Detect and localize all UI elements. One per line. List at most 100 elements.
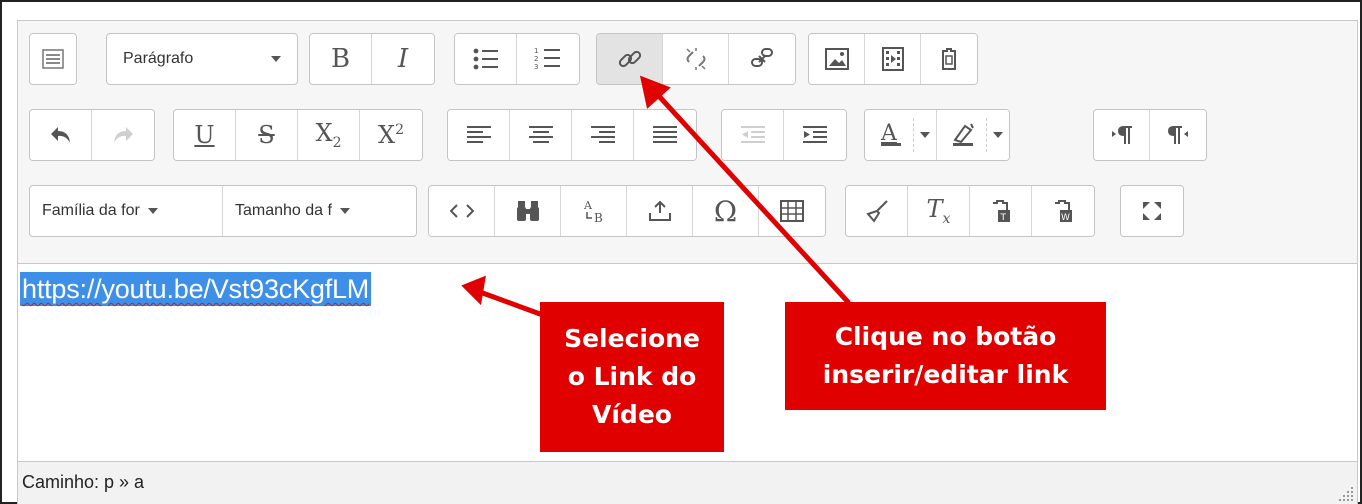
insert-media-button[interactable] [865, 34, 921, 84]
resize-handle-icon[interactable] [1337, 485, 1355, 503]
text-color-button[interactable]: A [865, 110, 937, 160]
manage-files-button[interactable] [921, 34, 977, 84]
paste-text-button[interactable]: T [970, 186, 1032, 236]
align-left-icon [466, 126, 491, 143]
align-justify-button[interactable] [634, 110, 696, 160]
broom-icon [865, 200, 888, 223]
selected-video-link[interactable]: https://youtu.be/Vst93cKgfLM [20, 272, 372, 306]
list-group: 123 [454, 33, 580, 85]
indent-group [721, 109, 847, 161]
fullscreen-group [1120, 185, 1184, 237]
align-right-icon [590, 126, 615, 143]
align-left-button[interactable] [448, 110, 510, 160]
outdent-button[interactable] [722, 110, 784, 160]
highlight-icon [951, 120, 977, 153]
keyboard-icon [42, 49, 64, 69]
spellcheck-button[interactable]: AB [561, 186, 627, 236]
font-family-label: Família da for [42, 202, 140, 219]
cleanup-group: Tx T W [845, 185, 1095, 237]
anchor-icon [751, 48, 773, 67]
unlink-button[interactable] [663, 34, 729, 84]
undo-button[interactable] [30, 110, 92, 160]
film-icon [881, 47, 904, 71]
link-icon [618, 50, 641, 68]
insert-group: AB Ω [428, 185, 826, 237]
callout-line: inserir/editar link [822, 360, 1069, 389]
clear-formatting-button[interactable]: Tx [908, 186, 970, 236]
chevron-down-icon [271, 56, 281, 62]
undo-icon [50, 127, 70, 143]
paste-word-icon: W [1055, 200, 1072, 223]
cleanup-button[interactable] [846, 186, 908, 236]
insert-table-button[interactable] [759, 186, 825, 236]
binoculars-icon [516, 201, 539, 221]
callout-line: Clique no botão [834, 322, 1057, 351]
split-separator [913, 118, 914, 152]
rtl-button[interactable] [1150, 110, 1206, 160]
align-right-button[interactable] [572, 110, 634, 160]
insert-edit-link-button[interactable] [597, 34, 663, 84]
callout-line: Selecione [564, 324, 700, 353]
italic-button[interactable]: I [372, 34, 434, 84]
strikethrough-label: S [258, 121, 275, 149]
indent-button[interactable] [784, 110, 846, 160]
superscript-button[interactable]: X2 [360, 110, 422, 160]
fullscreen-button[interactable] [1121, 186, 1183, 236]
format-select-label: Parágrafo [123, 50, 194, 67]
numbered-list-button[interactable]: 123 [517, 34, 579, 84]
redo-icon [114, 127, 133, 143]
font-family-select[interactable]: Família da for [30, 186, 223, 236]
subscript-base-label: X [315, 119, 333, 148]
font-select-group: Família da for Tamanho da f [29, 185, 417, 237]
svg-text:3: 3 [534, 63, 538, 71]
background-color-button[interactable] [937, 110, 1009, 160]
italic-label: I [397, 44, 409, 74]
subscript-button[interactable]: X2 [298, 110, 360, 160]
chevron-down-icon [339, 208, 350, 214]
indent-icon [803, 126, 827, 143]
superscript-mark-label: 2 [395, 122, 404, 138]
element-path-bar: Caminho: p » a [18, 461, 1357, 504]
svg-text:B: B [594, 211, 603, 224]
image-icon [824, 48, 849, 70]
toolbar-toggle-button[interactable] [30, 34, 76, 84]
svg-text:1: 1 [534, 47, 538, 55]
underline-button[interactable]: U [174, 110, 236, 160]
redo-button[interactable] [92, 110, 154, 160]
source-code-button[interactable] [429, 186, 495, 236]
editor-toolbar: Parágrafo B I 123 U S X2 X2 A Família da… [18, 21, 1357, 263]
align-justify-icon [653, 126, 677, 143]
bullet-list-button[interactable] [455, 34, 517, 84]
chevron-down-icon [147, 208, 158, 214]
svg-text:A: A [583, 199, 593, 212]
insert-nonbreaking-button[interactable] [627, 186, 693, 236]
link-group [596, 33, 796, 85]
find-replace-button[interactable] [495, 186, 561, 236]
svg-text:A: A [880, 121, 898, 146]
paste-word-button[interactable]: W [1032, 186, 1094, 236]
clear-formatting-base: T [926, 195, 943, 224]
fullscreen-icon [1143, 202, 1161, 220]
element-path: Caminho: p » a [22, 472, 145, 492]
media-group [808, 33, 978, 85]
ltr-button[interactable] [1094, 110, 1150, 160]
format-select[interactable]: Parágrafo [107, 34, 297, 84]
svg-text:2: 2 [534, 55, 538, 63]
click-link-button-callout: Clique no botão inserir/editar link [785, 302, 1106, 410]
direction-group [1093, 109, 1207, 161]
table-icon [780, 200, 804, 222]
bullet-list-icon [473, 48, 498, 70]
toolbar-toggle-group [29, 33, 77, 85]
align-center-button[interactable] [510, 110, 572, 160]
left-to-right-icon [1111, 126, 1132, 144]
history-group [29, 109, 155, 161]
special-character-button[interactable]: Ω [693, 186, 759, 236]
code-icon [449, 204, 474, 218]
strikethrough-button[interactable]: S [236, 110, 298, 160]
bold-button[interactable]: B [310, 34, 372, 84]
insert-image-button[interactable] [809, 34, 865, 84]
font-size-select[interactable]: Tamanho da f [223, 186, 416, 236]
chevron-down-icon [920, 132, 930, 138]
spellcheck-icon: AB [583, 199, 603, 224]
anchor-button[interactable] [729, 34, 795, 84]
